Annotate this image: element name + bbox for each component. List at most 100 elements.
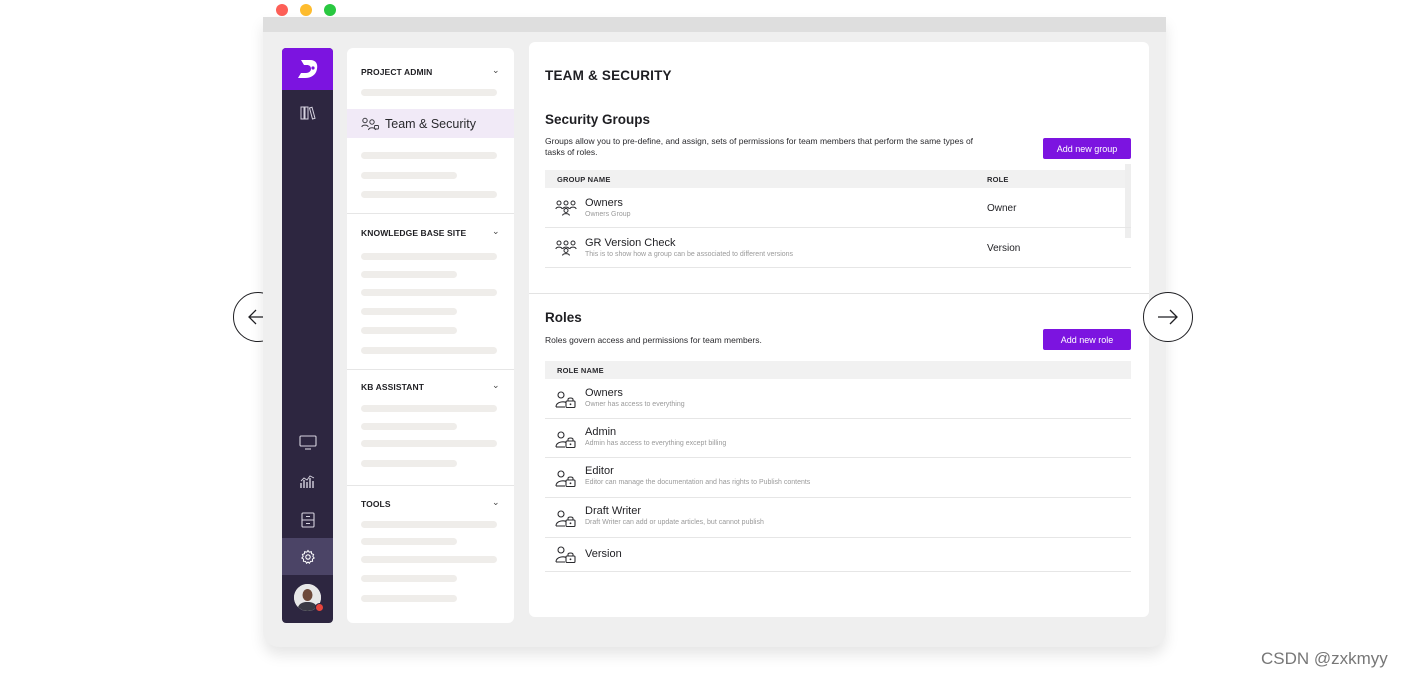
analytics-icon: [299, 474, 314, 488]
table-row[interactable]: Admin Admin has access to everything exc…: [545, 419, 1131, 458]
icon-rail: [282, 48, 333, 623]
group-role: Version: [987, 243, 1021, 254]
table-row[interactable]: Owners Owners Group Owner: [545, 188, 1131, 228]
roles-description: Roles govern access and permissions for …: [545, 335, 762, 345]
user-lock-icon: [555, 391, 576, 408]
chevron-down-icon[interactable]: ⌄: [492, 380, 500, 391]
role-description: Editor can manage the documentation and …: [585, 479, 811, 486]
close-window-dot[interactable]: [276, 4, 288, 16]
role-name: Editor: [585, 465, 614, 477]
rail-archive[interactable]: [282, 508, 333, 532]
group-name: Owners: [585, 197, 623, 209]
group-role: Owner: [987, 203, 1017, 214]
watermark: CSDN @zxkmyy: [1261, 649, 1388, 668]
main-panel: TEAM & SECURITY Security Groups Groups a…: [529, 42, 1149, 617]
nav-divider: [347, 369, 514, 370]
placeholder-bar: [361, 152, 497, 159]
role-name: Owners: [585, 387, 623, 399]
books-icon: [300, 106, 316, 120]
table-row[interactable]: Draft Writer Draft Writer can add or upd…: [545, 498, 1131, 538]
placeholder-bar: [361, 327, 457, 334]
add-new-group-button[interactable]: Add new group: [1043, 138, 1131, 159]
user-lock-icon: [555, 546, 576, 563]
gear-icon: [300, 549, 315, 564]
maximize-window-dot[interactable]: [324, 4, 336, 16]
table-row[interactable]: Owners Owner has access to everything: [545, 379, 1131, 419]
role-name: Draft Writer: [585, 505, 642, 517]
placeholder-bar: [361, 595, 457, 602]
role-name: Version: [585, 548, 622, 560]
column-header-role-name[interactable]: ROLE NAME: [557, 366, 604, 375]
page-title: TEAM & SECURITY: [545, 68, 672, 83]
nav-section-tools[interactable]: TOOLS: [361, 499, 391, 509]
groups-table-header: GROUP NAME ROLE: [545, 170, 1131, 188]
placeholder-bar: [361, 191, 497, 198]
minimize-window-dot[interactable]: [300, 4, 312, 16]
placeholder-bar: [361, 538, 457, 545]
carousel-next-button[interactable]: [1143, 292, 1193, 342]
placeholder-bar: [361, 575, 457, 582]
monitor-icon: [298, 434, 317, 450]
role-description: Owner has access to everything: [585, 401, 685, 408]
role-description: Admin has access to everything except bi…: [585, 440, 727, 447]
nav-section-project-admin[interactable]: PROJECT ADMIN: [361, 67, 432, 77]
app-logo[interactable]: [282, 48, 333, 90]
team-icon: [361, 117, 379, 130]
section-divider: [529, 293, 1149, 294]
placeholder-bar: [361, 405, 497, 412]
role-description: Draft Writer can add or update articles,…: [585, 519, 764, 526]
user-lock-icon: [555, 431, 576, 448]
roles-title: Roles: [545, 310, 582, 325]
nav-section-knowledge-base-site[interactable]: KNOWLEDGE BASE SITE: [361, 228, 466, 238]
placeholder-bar: [361, 253, 497, 260]
security-groups-title: Security Groups: [545, 112, 651, 127]
placeholder-bar: [361, 271, 457, 278]
logo-icon: [297, 60, 317, 78]
chevron-down-icon[interactable]: ⌄: [492, 226, 500, 237]
table-row[interactable]: Version: [545, 538, 1131, 572]
placeholder-bar: [361, 556, 497, 563]
group-icon: [555, 240, 577, 256]
nav-section-kb-assistant[interactable]: KB ASSISTANT: [361, 382, 424, 392]
column-header-role[interactable]: ROLE: [987, 175, 1009, 184]
nav-panel: PROJECT ADMIN ⌄ Team & Security KNOWLEDG…: [347, 48, 514, 623]
placeholder-bar: [361, 289, 497, 296]
app-window: PROJECT ADMIN ⌄ Team & Security KNOWLEDG…: [263, 17, 1166, 647]
placeholder-bar: [361, 460, 457, 467]
archive-icon: [300, 512, 315, 528]
placeholder-bar: [361, 172, 457, 179]
placeholder-bar: [361, 89, 497, 96]
window-controls: [276, 4, 336, 16]
user-lock-icon: [555, 510, 576, 527]
placeholder-bar: [361, 347, 497, 354]
placeholder-bar: [361, 440, 497, 447]
table-row[interactable]: Editor Editor can manage the documentati…: [545, 458, 1131, 498]
placeholder-bar: [361, 308, 457, 315]
nav-divider: [347, 213, 514, 214]
column-header-group-name[interactable]: GROUP NAME: [557, 175, 611, 184]
chevron-down-icon[interactable]: ⌄: [492, 65, 500, 76]
security-groups-description: Groups allow you to pre-define, and assi…: [545, 136, 974, 157]
rail-analytics[interactable]: [282, 469, 333, 493]
chevron-down-icon[interactable]: ⌄: [492, 497, 500, 508]
user-lock-icon: [555, 470, 576, 487]
nav-divider: [347, 485, 514, 486]
role-name: Admin: [585, 426, 617, 438]
add-new-role-button[interactable]: Add new role: [1043, 329, 1131, 350]
placeholder-bar: [361, 521, 497, 528]
nav-item-label: Team & Security: [385, 116, 477, 131]
group-description: This is to show how a group can be assoc…: [585, 251, 794, 258]
rail-library[interactable]: [282, 101, 333, 125]
placeholder-bar: [361, 423, 457, 430]
arrow-right-icon: [1158, 309, 1178, 325]
nav-item-team-security[interactable]: Team & Security: [347, 109, 514, 138]
roles-table-header: ROLE NAME: [545, 361, 1131, 379]
notification-badge: [315, 603, 324, 612]
rail-settings[interactable]: [282, 538, 333, 575]
group-icon: [555, 200, 577, 216]
window-titlebar: [263, 17, 1166, 32]
rail-site[interactable]: [282, 430, 333, 454]
table-row[interactable]: GR Version Check This is to show how a g…: [545, 228, 1131, 268]
group-description: Owners Group: [585, 211, 631, 218]
group-name: GR Version Check: [585, 237, 676, 249]
